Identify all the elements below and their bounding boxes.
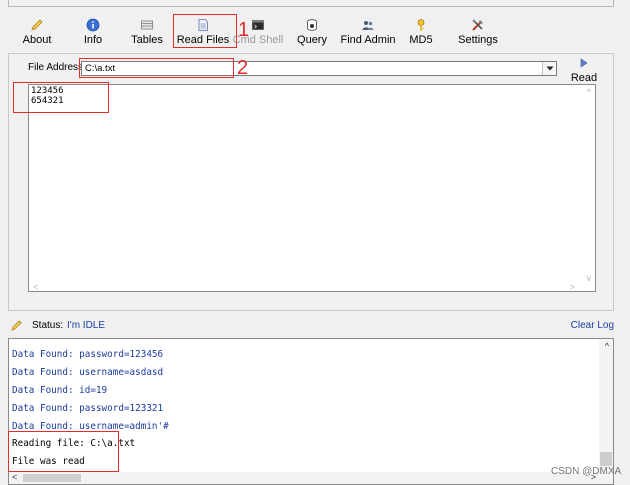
pencil-icon [29, 17, 45, 33]
scroll-up-icon[interactable]: ^ [605, 342, 609, 351]
scroll-left-icon[interactable]: < [33, 283, 38, 292]
log-line: Data Found: id=19 [12, 385, 108, 396]
log-vertical-scrollbar[interactable]: ^ [599, 339, 613, 472]
status-value: I'm IDLE [67, 320, 106, 331]
log-line: Reading file: C:\a.txt [12, 438, 136, 449]
file-address-value: C:\a.txt [85, 63, 116, 74]
query-icon [304, 17, 320, 33]
dropdown-arrow-icon[interactable] [542, 62, 556, 75]
scrollbar-thumb[interactable] [23, 474, 81, 482]
log-horizontal-scrollbar[interactable]: < > [9, 472, 613, 484]
pencil-icon [10, 319, 23, 335]
settings-button[interactable]: Settings [458, 14, 498, 48]
info-button[interactable]: Info [81, 14, 105, 48]
log-line: Data Found: username=admin'# [12, 421, 169, 432]
file-content-line: 654321 [31, 96, 64, 106]
read-files-button[interactable]: Read Files [177, 14, 229, 48]
file-icon [195, 17, 211, 33]
find-admin-button[interactable]: Find Admin [340, 14, 396, 48]
md5-button[interactable]: MD5 [408, 14, 434, 48]
scroll-up-icon[interactable]: ^ [587, 88, 591, 97]
file-address-label: File Address: [28, 62, 86, 73]
annotation-number-2: 2 [237, 57, 249, 79]
file-content-textarea[interactable]: 123456 654321 ^ v < > [28, 84, 596, 292]
scroll-left-icon[interactable]: < [12, 473, 17, 482]
toolbar: About Info Tables Read Files Cmd Shell Q… [8, 14, 614, 48]
terminal-icon [250, 17, 266, 33]
tools-icon [470, 17, 486, 33]
log-line: Data Found: password=123456 [12, 349, 164, 360]
file-content-line: 123456 [31, 86, 64, 96]
table-icon [139, 17, 155, 33]
tables-button[interactable]: Tables [129, 14, 165, 48]
clear-log-link[interactable]: Clear Log [571, 320, 614, 331]
log-line: File was read [12, 456, 85, 467]
status-bar: Status: I'm IDLE Clear Log [10, 319, 614, 333]
users-icon [360, 17, 376, 33]
watermark: CSDN @DMXA [551, 466, 622, 477]
scroll-down-icon[interactable]: v [587, 274, 592, 283]
log-output[interactable]: Data Found: password=123456 Data Found: … [8, 338, 614, 485]
key-icon [413, 17, 429, 33]
status-label: Status: [32, 320, 64, 331]
read-button[interactable]: Read [571, 58, 597, 84]
scroll-right-icon[interactable]: > [570, 283, 575, 292]
annotation-number-1: 1 [238, 19, 250, 41]
log-line: Data Found: username=asdasd [12, 367, 164, 378]
file-address-combobox[interactable]: C:\a.txt [81, 61, 557, 76]
about-button[interactable]: About [22, 14, 52, 48]
play-icon [580, 58, 588, 71]
scrollbar-thumb[interactable] [600, 452, 612, 466]
log-line: Data Found: password=123321 [12, 403, 164, 414]
query-button[interactable]: Query [297, 14, 327, 48]
info-icon [85, 17, 101, 33]
top-panel-edge [8, 0, 614, 7]
